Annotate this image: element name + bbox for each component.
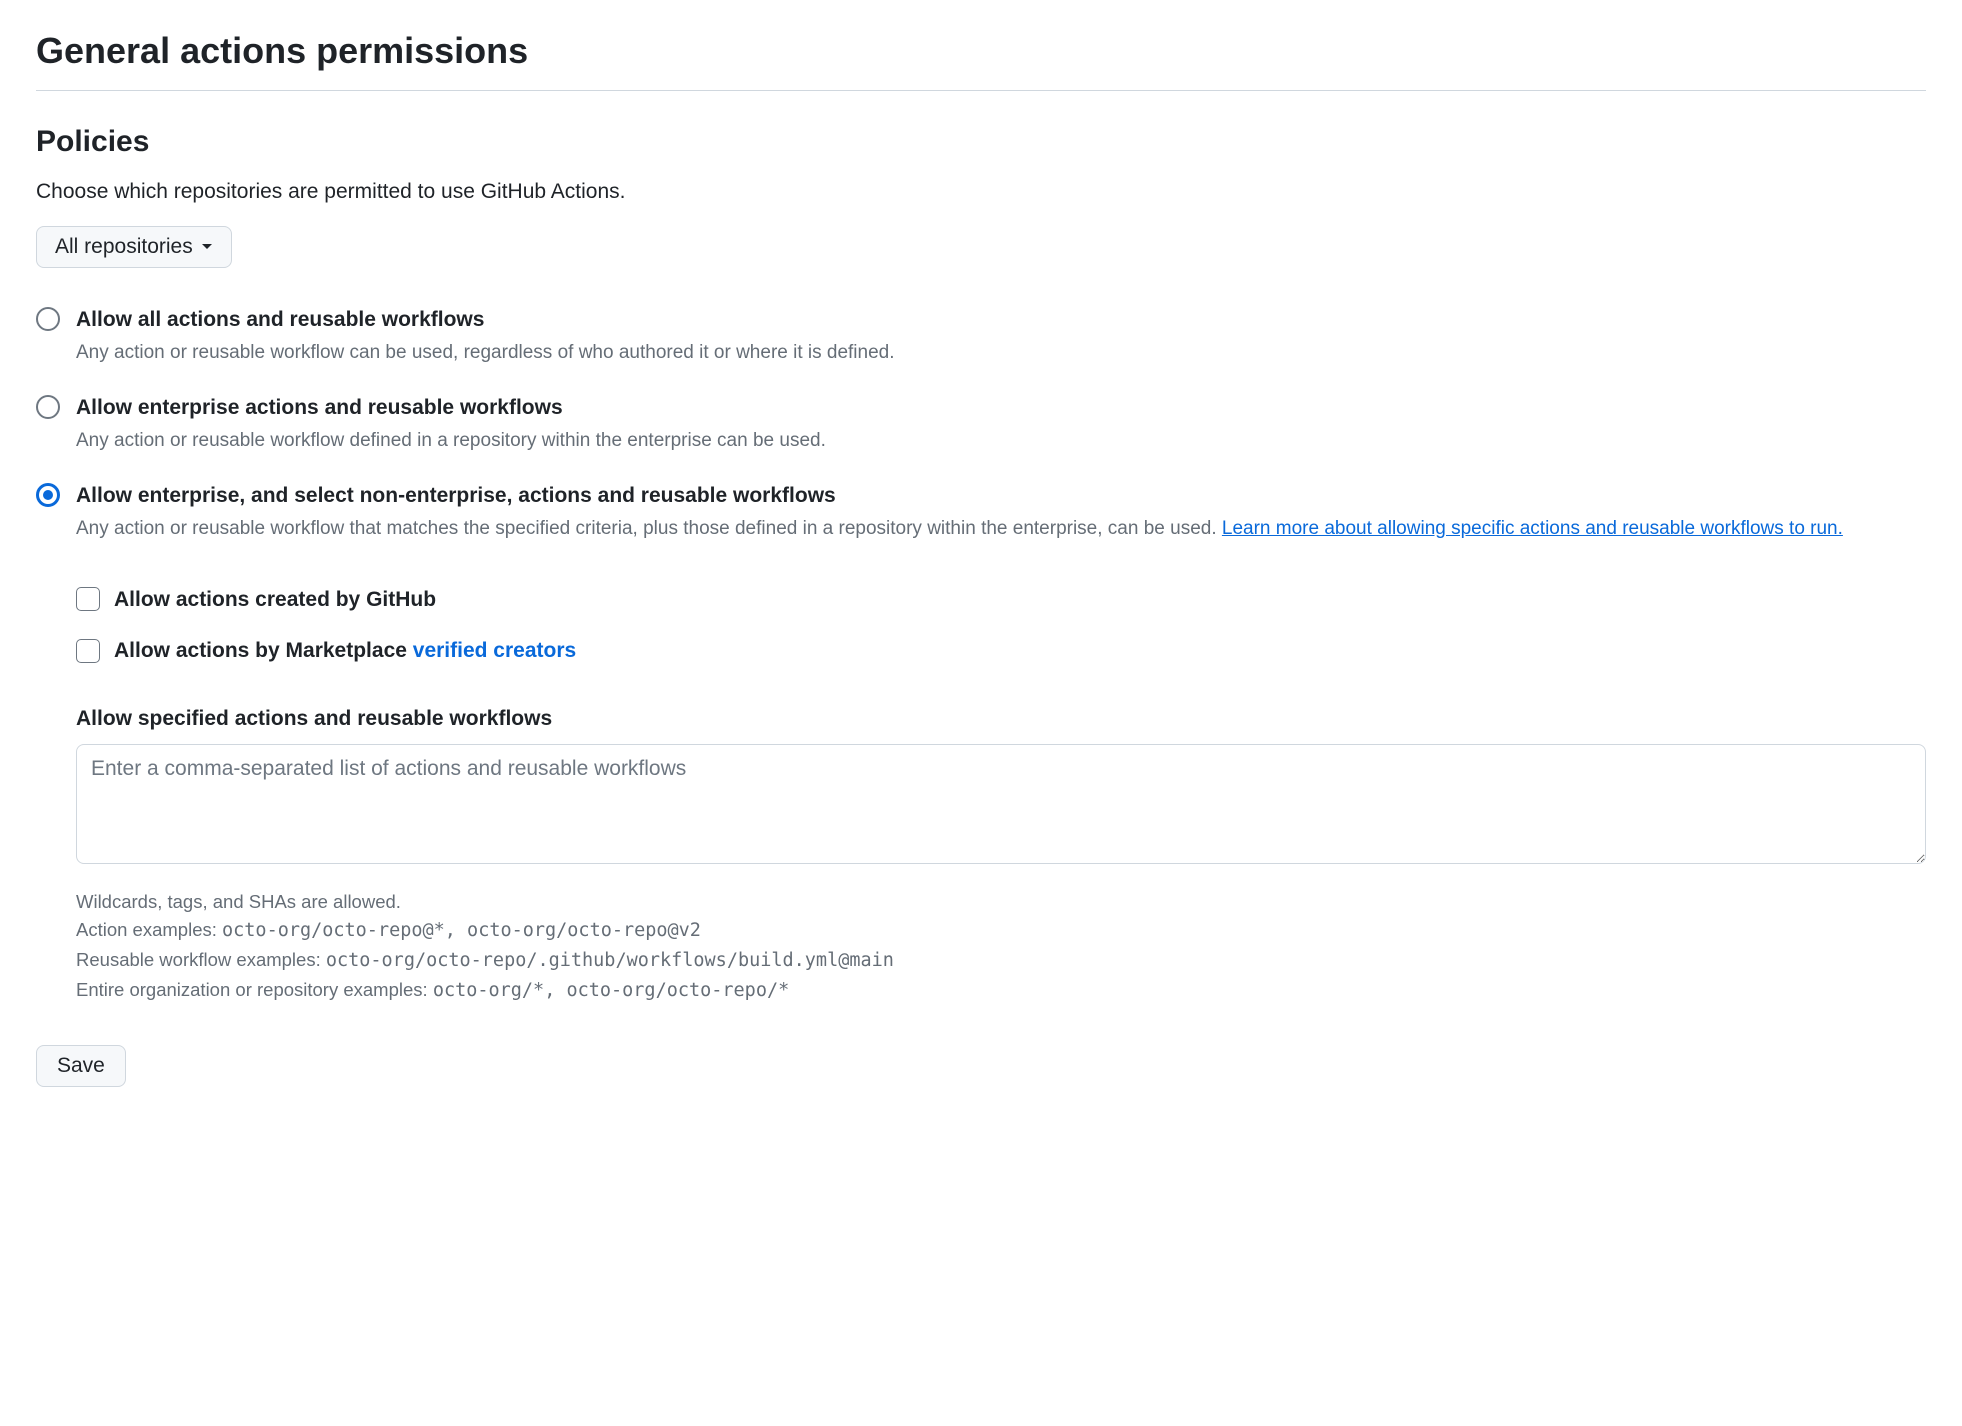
radio-label: Allow enterprise, and select non-enterpr… [76,480,1926,512]
policy-option-allow-select[interactable]: Allow enterprise, and select non-enterpr… [36,480,1926,544]
checkbox-allow-marketplace[interactable]: Allow actions by Marketplace verified cr… [76,635,1926,667]
checkbox-label: Allow actions by Marketplace verified cr… [114,635,576,667]
specified-actions-label: Allow specified actions and reusable wor… [76,703,1926,735]
help-prefix: Entire organization or repository exampl… [76,979,433,1000]
help-line: Action examples: octo-org/octo-repo@*, o… [76,916,1926,946]
repo-selector-label: All repositories [55,235,193,259]
radio-input[interactable] [36,395,60,419]
radio-input[interactable] [36,307,60,331]
radio-label: Allow enterprise actions and reusable wo… [76,392,1926,424]
specified-actions-textarea[interactable] [76,744,1926,864]
policies-description: Choose which repositories are permitted … [36,176,1926,208]
checkbox-label: Allow actions created by GitHub [114,584,436,616]
help-line: Reusable workflow examples: octo-org/oct… [76,946,1926,976]
verified-creators-link[interactable]: verified creators [413,639,576,662]
radio-description: Any action or reusable workflow can be u… [76,339,1926,368]
help-line: Wildcards, tags, and SHAs are allowed. [76,888,1926,917]
help-line: Entire organization or repository exampl… [76,976,1926,1006]
policy-radio-group: Allow all actions and reusable workflows… [36,304,1926,1006]
policy-option-allow-all[interactable]: Allow all actions and reusable workflows… [36,304,1926,368]
checkbox-label-text: Allow actions by Marketplace [114,639,413,662]
help-prefix: Action examples: [76,919,222,940]
learn-more-link[interactable]: Learn more about allowing specific actio… [1222,518,1843,539]
help-prefix: Reusable workflow examples: [76,949,326,970]
policies-heading: Policies [36,119,1926,164]
checkbox-input[interactable] [76,587,100,611]
sub-options: Allow actions created by GitHub Allow ac… [76,584,1926,1006]
radio-input[interactable] [36,483,60,507]
radio-label: Allow all actions and reusable workflows [76,304,1926,336]
radio-description: Any action or reusable workflow that mat… [76,515,1926,544]
help-code: octo-org/*, octo-org/octo-repo/* [433,980,789,1001]
policy-option-allow-enterprise[interactable]: Allow enterprise actions and reusable wo… [36,392,1926,456]
help-text: Wildcards, tags, and SHAs are allowed. A… [76,888,1926,1006]
radio-description: Any action or reusable workflow defined … [76,427,1926,456]
page-title: General actions permissions [36,24,1926,91]
help-code: octo-org/octo-repo/.github/workflows/bui… [326,950,894,971]
checkbox-input[interactable] [76,639,100,663]
checkbox-allow-github-actions[interactable]: Allow actions created by GitHub [76,584,1926,616]
help-code: octo-org/octo-repo@*, octo-org/octo-repo… [222,920,701,941]
chevron-down-icon [201,243,213,251]
repo-selector-dropdown[interactable]: All repositories [36,226,232,268]
specified-actions-block: Allow specified actions and reusable wor… [76,703,1926,1006]
save-button[interactable]: Save [36,1045,126,1087]
radio-description-text: Any action or reusable workflow that mat… [76,518,1222,539]
